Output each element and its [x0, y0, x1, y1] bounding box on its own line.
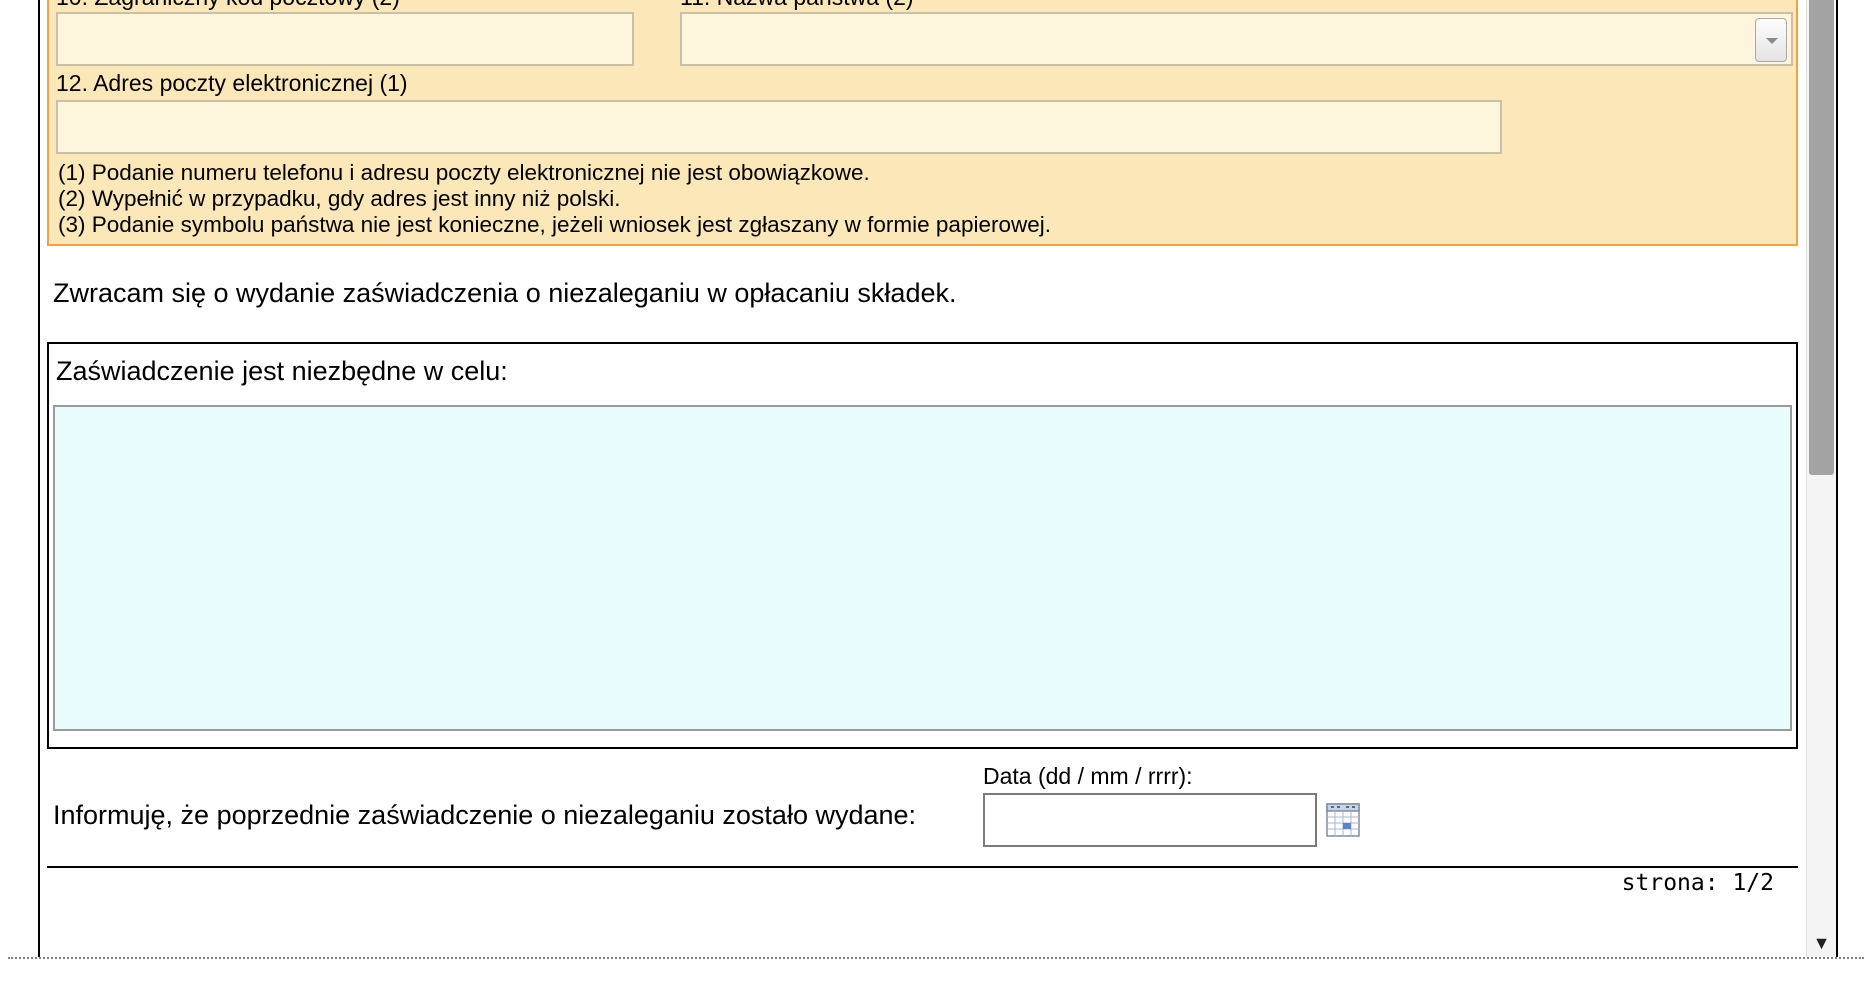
- previous-certificate-statement: Informuję, że poprzednie zaświadczenie o…: [53, 800, 917, 830]
- page-number: strona: 1/2: [1621, 870, 1774, 896]
- purpose-textarea[interactable]: [53, 405, 1792, 731]
- footnote-2: (2) Wypełnić w przypadku, gdy adres jest…: [58, 186, 621, 211]
- purpose-section: Zaświadczenie jest niezbędne w celu:: [47, 342, 1798, 749]
- date-input[interactable]: [983, 793, 1317, 847]
- email-address-label: 12. Adres poczty elektronicznej (1): [56, 70, 408, 96]
- footnote-1: (1) Podanie numeru telefonu i adresu poc…: [58, 160, 870, 185]
- form-viewport: 10. Zagraniczny kod pocztowy (2) 11. Naz…: [0, 0, 1870, 988]
- email-address-input[interactable]: [56, 100, 1502, 154]
- vertical-scrollbar[interactable]: ▼: [1806, 0, 1836, 957]
- country-name-label: 11. Nazwa państwa (2): [680, 0, 914, 11]
- calendar-icon[interactable]: [1326, 803, 1360, 837]
- chevron-down-icon[interactable]: [1755, 18, 1787, 62]
- address-section: 10. Zagraniczny kod pocztowy (2) 11. Naz…: [47, 0, 1798, 246]
- page-break-line: [8, 957, 1864, 959]
- foreign-postal-code-label: 10. Zagraniczny kod pocztowy (2): [56, 0, 400, 11]
- scroll-down-arrow-icon[interactable]: ▼: [1807, 930, 1836, 956]
- purpose-label: Zaświadczenie jest niezbędne w celu:: [56, 356, 508, 386]
- scrollbar-thumb[interactable]: [1809, 0, 1834, 475]
- footnote-3: (3) Podanie symbolu państwa nie jest kon…: [58, 212, 1051, 237]
- page-divider: [47, 866, 1798, 868]
- country-name-select[interactable]: [680, 12, 1793, 66]
- certificate-request-statement: Zwracam się o wydanie zaświadczenia o ni…: [53, 278, 957, 308]
- date-label: Data (dd / mm / rrrr):: [983, 763, 1193, 789]
- foreign-postal-code-input[interactable]: [56, 12, 634, 66]
